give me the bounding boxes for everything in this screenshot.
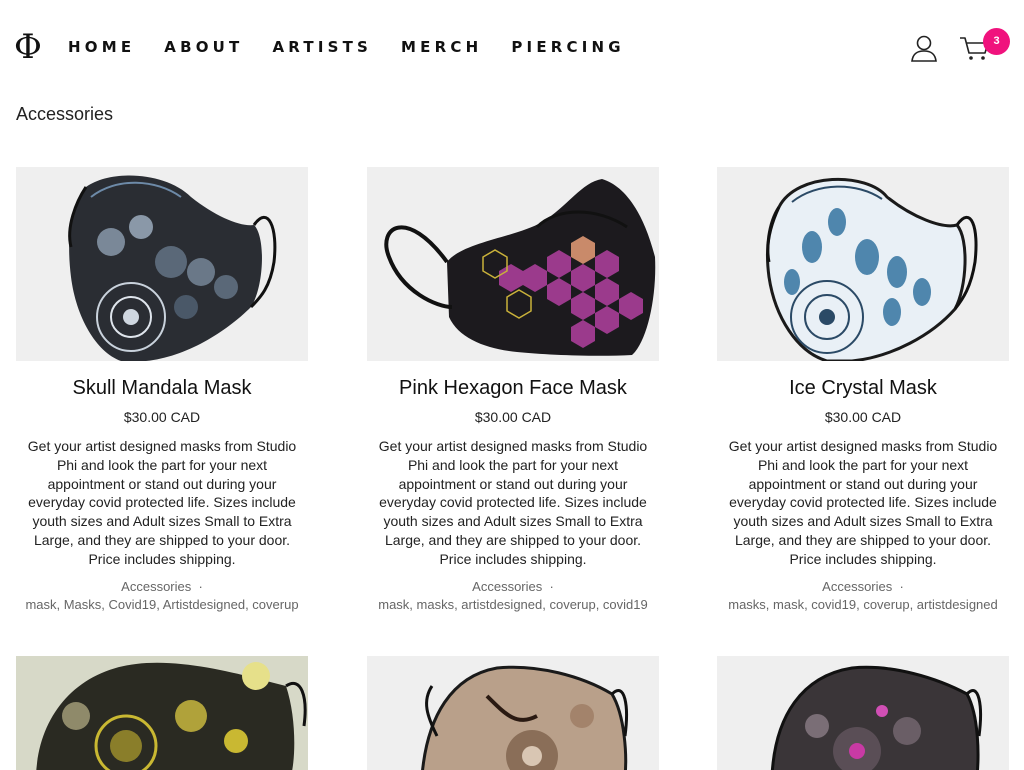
product-meta: Accessories · mask, Masks, Covid19, Arti…: [25, 578, 299, 612]
dark-floral-mask-illustration: [770, 665, 982, 770]
product-meta: Accessories · masks, mask, covid19, cove…: [728, 578, 998, 612]
product-price: $30.00 CAD: [474, 409, 552, 425]
nav-merch[interactable]: MERCH: [401, 37, 482, 57]
product-title[interactable]: Skull Mandala Mask: [16, 376, 308, 400]
product-tags[interactable]: masks, mask, covid19, coverup, artistdes…: [728, 597, 998, 612]
skull-mask-illustration: [68, 175, 277, 361]
product-meta: Accessories · mask, masks, artistdesigne…: [378, 578, 648, 612]
nav-about[interactable]: ABOUT: [164, 37, 243, 57]
user-icon: [911, 35, 937, 62]
nav-piercing[interactable]: PIERCING: [511, 37, 624, 57]
product-image[interactable]: [16, 656, 308, 770]
floral-mask-illustration: [421, 665, 628, 770]
product-description: Get your artist designed masks from Stud…: [378, 438, 648, 567]
product-category-link[interactable]: Accessories: [121, 579, 191, 594]
product-image[interactable]: [367, 656, 659, 770]
product-card[interactable]: [367, 656, 659, 770]
product-tags[interactable]: mask, masks, artistdesigned, coverup, co…: [378, 597, 648, 612]
account-button[interactable]: [908, 33, 940, 63]
product-card[interactable]: Pink Hexagon Face Mask $30.00 CAD Get yo…: [367, 167, 659, 614]
product-image[interactable]: [717, 167, 1009, 361]
cart-count-badge: 3: [983, 28, 1010, 55]
nav-artists[interactable]: ARTISTS: [273, 37, 373, 57]
product-image[interactable]: [717, 656, 1009, 770]
hexagon-mask-illustration: [384, 179, 656, 356]
product-description: Get your artist designed masks from Stud…: [728, 438, 998, 567]
product-category-link[interactable]: Accessories: [472, 579, 542, 594]
product-tags[interactable]: mask, Masks, Covid19, Artistdesigned, co…: [25, 597, 298, 612]
main-nav: HOME ABOUT ARTISTS MERCH PIERCING: [68, 37, 654, 57]
product-image[interactable]: [16, 167, 308, 361]
product-card[interactable]: Skull Mandala Mask $30.00 CAD Get your a…: [16, 167, 308, 614]
product-card[interactable]: Ice Crystal Mask $30.00 CAD Get your art…: [717, 167, 1009, 614]
product-title[interactable]: Ice Crystal Mask: [717, 376, 1009, 400]
product-description: Get your artist designed masks from Stud…: [27, 438, 297, 567]
page-title: Accessories: [16, 104, 114, 124]
site-logo[interactable]: Φ: [14, 28, 42, 66]
product-title[interactable]: Pink Hexagon Face Mask: [367, 376, 659, 400]
site-header: Φ HOME ABOUT ARTISTS MERCH PIERCING 3: [0, 0, 1024, 95]
product-card[interactable]: [717, 656, 1009, 770]
product-category-link[interactable]: Accessories: [822, 579, 892, 594]
product-price: $30.00 CAD: [123, 409, 201, 425]
ice-crystal-mask-illustration: [765, 177, 978, 361]
product-image[interactable]: [367, 167, 659, 361]
product-price: $30.00 CAD: [824, 409, 902, 425]
product-card[interactable]: [16, 656, 308, 770]
nav-home[interactable]: HOME: [68, 37, 135, 57]
yellow-mandala-mask-illustration: [16, 656, 308, 770]
